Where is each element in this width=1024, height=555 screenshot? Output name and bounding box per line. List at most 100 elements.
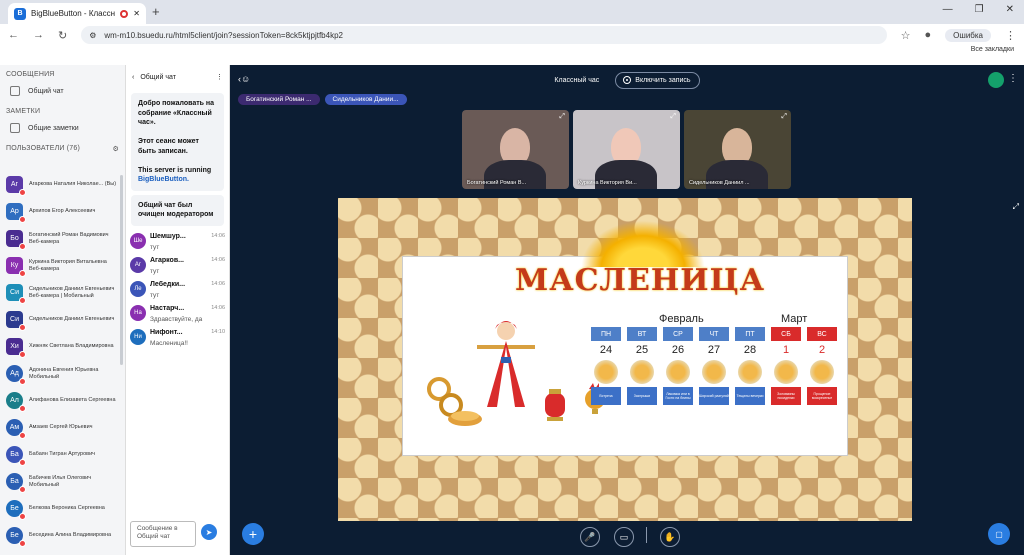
mute-button[interactable]: 🎤 <box>580 527 600 547</box>
message-body: Агарков... 14:06 тут <box>150 257 225 275</box>
user-list-item[interactable]: Бо Богатинский Роман Вадимович Веб-камера <box>0 225 125 252</box>
user-list-item[interactable]: Хи Хижняк Светлана Владимировна <box>0 333 125 360</box>
raise-hand-button[interactable]: ✋ <box>660 527 680 547</box>
webcam-tile[interactable]: ⤢ Куркина Виктория Ви... <box>573 110 680 189</box>
message-initials: Ше <box>133 237 143 244</box>
message-time: 14:06 <box>211 232 225 239</box>
action-bar: + 🎤 ▭ ✋ ▢ <box>230 519 1024 555</box>
all-bookmarks-link[interactable]: Все закладки <box>971 46 1014 53</box>
user-list-scrollbar[interactable] <box>120 175 123 365</box>
browser-tab-strip: B BigBlueButton - Классный ✕ + — ❐ ✕ <box>0 0 1024 24</box>
site-info-icon[interactable]: ⚙ <box>89 31 96 40</box>
message-body: Шемшур... 14:06 тут <box>150 233 225 251</box>
chat-options-icon[interactable]: ⋮ <box>216 73 223 81</box>
user-list-item[interactable]: Си Сидельников Даниил Евгеньевич Веб-камер… <box>0 279 125 306</box>
avatar-initials: Хи <box>10 343 19 350</box>
user-list-item[interactable]: Ку Куркина Виктория Витальевна Веб-камера <box>0 252 125 279</box>
talker-badge[interactable]: Сидельников Дании... <box>324 94 407 105</box>
message-avatar: Ле <box>130 280 146 297</box>
users-header: ПОЛЬЗОВАТЕЛИ (76) ⚙ <box>0 139 125 155</box>
messages-header: СООБЩЕНИЯ <box>6 71 55 78</box>
day-number: 24 <box>599 344 613 356</box>
user-list-item[interactable]: Ар Архипов Егор Алексеевич <box>0 198 125 225</box>
maslenitsa-doll-icon <box>477 321 535 407</box>
hide-chat-icon[interactable]: ‹ <box>132 74 134 81</box>
toggle-userlist-icon[interactable]: ‹☺ <box>238 74 250 84</box>
mic-status-icon <box>19 513 26 520</box>
menu-icon[interactable]: ⋮ <box>1005 29 1016 42</box>
bbb-favicon-icon: B <box>14 7 26 20</box>
message-header: Шемшур... 14:06 <box>150 233 225 240</box>
options-icon[interactable]: ⋮ <box>1008 73 1018 84</box>
mic-status-icon <box>19 432 26 439</box>
user-avatar: Ам <box>6 419 26 439</box>
url-text: wm-m10.bsuedu.ru/html5client/join?sessio… <box>104 30 343 40</box>
webcam-tile[interactable]: ⤢ Богатинский Роман В... <box>462 110 569 189</box>
user-list-item[interactable]: Ам Амзаев Сергей Юрьевич <box>0 414 125 441</box>
browser-tab[interactable]: B BigBlueButton - Классный ✕ <box>8 3 146 24</box>
send-button[interactable]: ➤ <box>201 524 217 540</box>
message-author: Настарч... <box>150 304 185 312</box>
close-tab-icon[interactable]: ✕ <box>133 9 140 18</box>
close-window-icon[interactable]: ✕ <box>1006 4 1014 15</box>
actions-button[interactable]: + <box>242 523 264 545</box>
user-name: Беседина Алина Владимировна <box>29 532 125 539</box>
users-settings-icon[interactable]: ⚙ <box>113 145 119 153</box>
minimize-icon[interactable]: — <box>943 4 953 15</box>
reload-icon[interactable]: ↻ <box>58 29 67 42</box>
chat-input[interactable]: Сообщение в Общий чат <box>130 521 196 547</box>
star-icon[interactable]: ☆ <box>901 29 911 42</box>
message-body: Настарч... 14:06 Здравствуйте, да <box>150 305 225 323</box>
user-avatar: Аг <box>6 176 26 196</box>
profile-icon[interactable]: ● <box>925 29 932 41</box>
bbb-link[interactable]: BigBlueButton. <box>138 175 217 185</box>
maslenitsa-card: МАСЛЕНИЦА Февраль Март ПН 24 Встреча ВТ … <box>402 219 848 456</box>
user-name: Богатинский Роман Вадимович Веб-камера <box>29 232 125 246</box>
user-list-item[interactable]: Ад Адонина Евгения Юрьевна Мобильный <box>0 360 125 387</box>
back-icon[interactable]: ← <box>8 29 19 41</box>
fullscreen-icon[interactable]: ⤢ <box>1013 202 1019 212</box>
presentation-toggle-button[interactable]: ▢ <box>988 523 1010 545</box>
expand-video-icon[interactable]: ⤢ <box>670 113 676 121</box>
user-list-item[interactable]: Аг Агаркова Наталия Николае... (Вы) <box>0 171 125 198</box>
restore-icon[interactable]: ❐ <box>975 4 984 15</box>
user-name-text: Алифанова Елизавета Сергеевна <box>29 397 116 403</box>
connection-status-icon[interactable] <box>988 72 1004 88</box>
user-list-item[interactable]: Си Сидельников Даниил Евгеньевич <box>0 306 125 333</box>
public-chat-item[interactable]: Общий чат <box>0 80 125 102</box>
user-name: Хижняк Светлана Владимировна <box>29 343 125 350</box>
expand-video-icon[interactable]: ⤢ <box>559 113 565 121</box>
sun-graphic <box>579 219 707 267</box>
user-name: Куркина Виктория Витальевна Веб-камера <box>29 259 125 273</box>
mic-status-icon <box>19 351 26 358</box>
microphone-muted-icon: 🎤 <box>584 531 596 542</box>
message-author: Агарков... <box>150 256 184 264</box>
shared-notes-item[interactable]: Общие заметки <box>0 117 125 139</box>
new-tab-button[interactable]: + <box>152 4 160 19</box>
expand-video-icon[interactable]: ⤢ <box>781 113 787 121</box>
avatar-initials: Си <box>10 289 19 296</box>
user-list-item[interactable]: Бе Белкова Вероника Сергеевна <box>0 495 125 522</box>
user-avatar: Си <box>6 284 26 304</box>
chat-message: Ше Шемшур... 14:06 тут <box>126 230 229 254</box>
user-list-item[interactable]: Бе Беседина Алина Владимировна <box>0 522 125 549</box>
user-status: Веб-камера | Мобильный <box>29 292 94 299</box>
talker-badge[interactable]: Богатинский Роман ... <box>238 94 320 105</box>
message-initials: Ни <box>134 333 142 340</box>
user-list-item[interactable]: Ба Бабаян Тигран Артурович <box>0 441 125 468</box>
message-time: 14:06 <box>211 256 225 263</box>
user-list-item[interactable]: Ал Алифанова Елизавета Сергеевна <box>0 387 125 414</box>
day-number: 1 <box>782 344 790 356</box>
message-body: Нифонт... 14:10 Масленица!! <box>150 329 225 347</box>
record-button[interactable]: Включить запись <box>615 71 700 89</box>
weekday-label: СР <box>663 327 693 341</box>
webcam-button[interactable]: ▭ <box>614 527 634 547</box>
forward-icon[interactable]: → <box>33 29 44 41</box>
user-list-item[interactable]: Ба Бабичев Илья Олегович Мобильный <box>0 468 125 495</box>
error-button[interactable]: Ошибка <box>945 28 991 42</box>
presentation-icon: ▢ <box>995 529 1003 539</box>
user-name-text: Бабаян Тигран Артурович <box>29 451 96 457</box>
webcam-tile[interactable]: ⤢ Сидельников Даниил ... <box>684 110 791 189</box>
day-number: 28 <box>743 344 757 356</box>
url-field[interactable]: ⚙ wm-m10.bsuedu.ru/html5client/join?sess… <box>81 26 887 44</box>
